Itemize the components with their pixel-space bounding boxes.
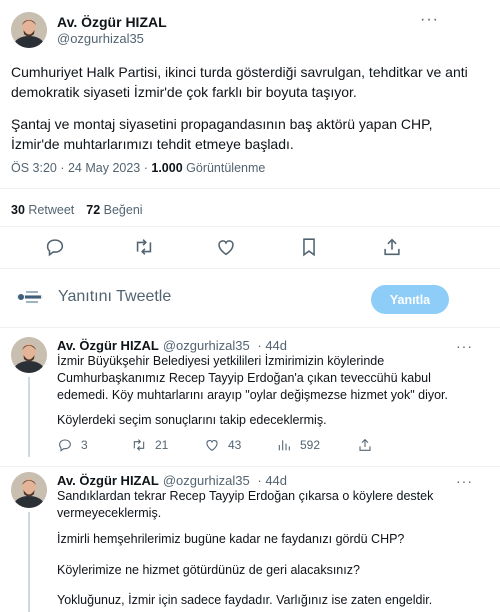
divider [0,226,500,227]
views-icon [278,440,290,451]
reply-text: Yokluğunuz, İzmir için sadece faydadır. … [57,593,433,607]
more-options-icon[interactable]: ··· [456,473,473,489]
thread-line [28,512,30,612]
reply-input[interactable]: Yanıtını Tweetle [58,288,171,306]
reply-author-avatar[interactable] [11,472,47,508]
user-logo-icon [17,290,43,304]
reply-age[interactable]: 44d [265,473,287,488]
likes-count: 43 [228,438,242,452]
reply-text: Sandıklardan tekrar Recep Tayyip Erdoğan… [57,489,434,520]
divider [0,327,500,328]
reply-header: Av. Özgür HIZAL @ozgurhizal35 · 44d [57,473,288,488]
likes-stat[interactable]: 72 Beğeni [86,203,142,217]
retweets-count: 30 [11,203,25,217]
like-icon[interactable] [215,236,237,258]
thread-line [28,377,30,457]
tweet-paragraph: Cumhuriyet Halk Partisi, ikinci turda gö… [11,64,468,100]
retweets-count: 21 [155,438,169,452]
more-options-icon[interactable]: ··· [420,11,439,29]
like-icon [206,440,218,451]
reply-actions: 3 21 43 592 [57,437,477,455]
tweet-date[interactable]: 24 May 2023 [68,161,140,175]
views-count: 1.000 [151,161,183,175]
engagement-stats: 30 Retweet 72 Beğeni [11,203,143,217]
likes-count: 72 [86,203,101,217]
reply-author-handle[interactable]: @ozgurhizal35 [163,473,250,488]
reply-author-name[interactable]: Av. Özgür HIZAL [57,473,159,488]
reply-icon [59,439,71,452]
retweet-icon[interactable] [133,236,155,258]
reply-author-name[interactable]: Av. Özgür HIZAL [57,338,159,353]
divider [0,268,500,269]
reply-action-reply[interactable]: 3 [57,437,88,453]
reply-action-share[interactable] [357,437,373,453]
retweets-stat[interactable]: 30 Retweet [11,203,74,217]
divider [0,466,500,467]
share-icon[interactable] [381,236,403,258]
bookmark-icon[interactable] [298,236,320,258]
author-handle[interactable]: @ozgurhizal35 [57,31,144,46]
reply-text: İzmir Büyükşehir Belediyesi yetkilileri … [57,354,448,402]
tweet-paragraph: Şantaj ve montaj siyasetini propagandası… [11,116,433,152]
reply-action-retweet[interactable]: 21 [131,437,168,453]
more-options-icon[interactable]: ··· [456,338,473,354]
reply-text: İzmirli hemşehrilerimiz bugüne kadar ne … [57,532,405,546]
divider [0,188,500,189]
retweets-label: Retweet [28,203,75,217]
share-icon [359,438,371,451]
reply-button[interactable]: Yanıtla [371,285,449,314]
tweet-time[interactable]: ÖS 3:20 [11,161,57,175]
reply-text: Köylerdeki seçim sonuçlarını takip edece… [57,413,327,427]
views-count: 592 [300,438,321,452]
likes-label: Beğeni [103,203,143,217]
author-avatar[interactable] [11,12,47,48]
tweet-actions [0,236,500,260]
reply-age[interactable]: 44d [265,338,287,353]
reply-author-handle[interactable]: @ozgurhizal35 [163,338,250,353]
views-label: Görüntülenme [186,161,266,175]
reply-author-avatar[interactable] [11,337,47,373]
reply-header: Av. Özgür HIZAL @ozgurhizal35 · 44d [57,338,288,353]
reply-text: Köylerimize ne hizmet götürdünüz de geri… [57,563,360,577]
author-name[interactable]: Av. Özgür HIZAL [57,14,167,30]
reply-action-like[interactable]: 43 [204,437,241,453]
retweet-icon [133,439,145,451]
reply-action-views[interactable]: 592 [276,437,320,453]
replies-count: 3 [81,438,88,452]
reply-icon[interactable] [44,236,66,258]
tweet-meta: ÖS 3:20 · 24 May 2023 · 1.000 Görüntülen… [11,161,266,175]
